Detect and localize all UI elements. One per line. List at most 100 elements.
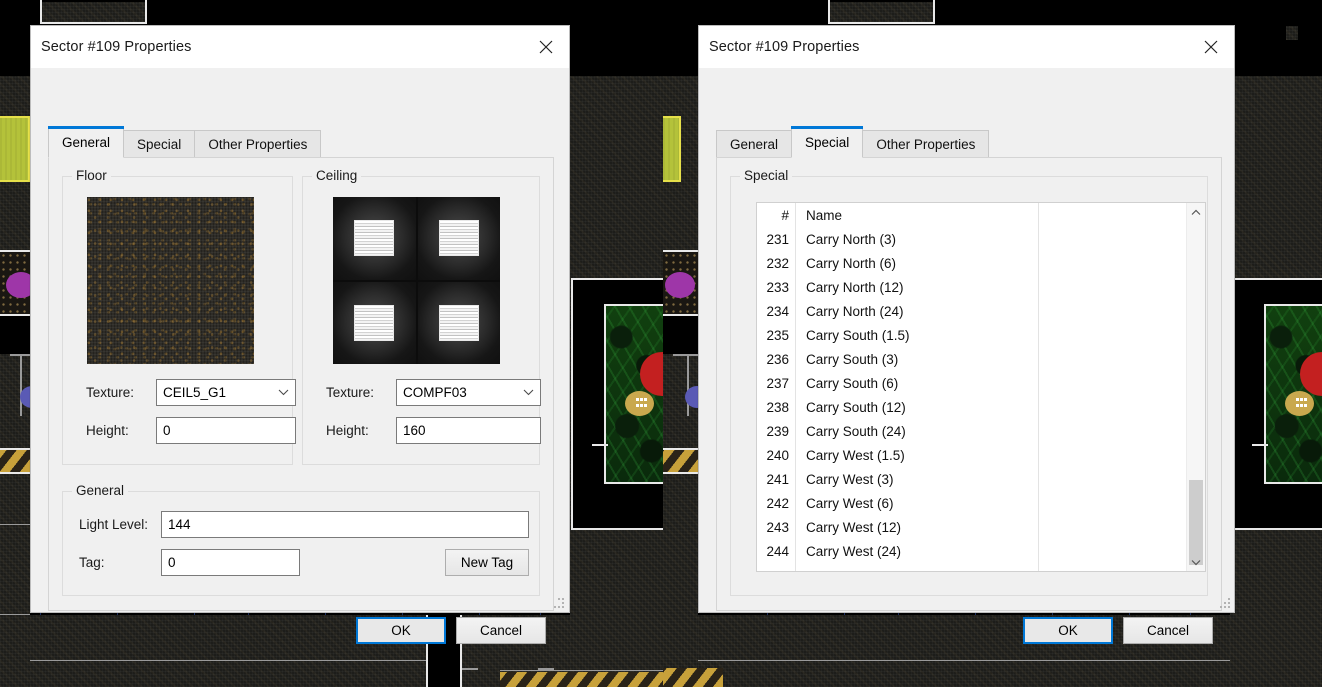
- list-item-name: Carry North (3): [806, 231, 897, 247]
- ceiling-texture-combobox[interactable]: COMPF03: [396, 379, 541, 406]
- list-item-number: 234: [766, 303, 789, 319]
- list-item[interactable]: 241 Carry West (3): [757, 467, 1205, 491]
- dialog-title: Sector #109 Properties: [709, 39, 860, 55]
- floor-height-input[interactable]: 0: [156, 417, 296, 444]
- special-listview[interactable]: # Name 231 Carry North (3) 232 Carry Nor…: [756, 202, 1206, 572]
- chevron-down-icon[interactable]: [523, 380, 534, 405]
- tab-general[interactable]: General: [48, 126, 125, 158]
- floor-height-label: Height:: [86, 423, 129, 438]
- resize-grip[interactable]: [554, 598, 566, 610]
- tab-strip[interactable]: General Special Other Properties: [716, 126, 990, 158]
- list-item[interactable]: 242 Carry West (6): [757, 491, 1205, 515]
- ceiling-height-label: Height:: [326, 423, 369, 438]
- tab-special[interactable]: Special: [123, 130, 196, 158]
- light-level-label: Light Level:: [79, 517, 149, 532]
- floor-group-legend: Floor: [72, 168, 111, 183]
- listview-scrollbar[interactable]: [1186, 203, 1205, 571]
- dialog-body: General Special Other Properties Special…: [699, 68, 1234, 644]
- special-group: Special # Name 231 Carry North (3) 232 C…: [730, 168, 1208, 596]
- list-item[interactable]: 237 Carry South (6): [757, 371, 1205, 395]
- list-item[interactable]: 231 Carry North (3): [757, 227, 1205, 251]
- tab-page-general: Floor Texture: CEIL5_G1 Height: 0 Ceilin…: [48, 157, 554, 611]
- list-item[interactable]: 240 Carry West (1.5): [757, 443, 1205, 467]
- cancel-button[interactable]: Cancel: [1123, 617, 1213, 644]
- ceiling-tile: [417, 197, 500, 280]
- ok-button[interactable]: OK: [356, 617, 446, 644]
- list-item-number: 244: [766, 543, 789, 559]
- general-group: General Light Level: 144 Tag: 0 New Tag: [62, 483, 540, 596]
- chevron-down-icon[interactable]: [278, 380, 289, 405]
- list-item[interactable]: 236 Carry South (3): [757, 347, 1205, 371]
- tag-label: Tag:: [79, 555, 105, 570]
- new-tag-label: New Tag: [460, 555, 514, 570]
- ceiling-texture-preview[interactable]: [333, 197, 500, 364]
- ok-button[interactable]: OK: [1023, 617, 1113, 644]
- tab-strip[interactable]: General Special Other Properties: [48, 126, 322, 158]
- close-icon[interactable]: [1188, 26, 1234, 68]
- floor-texture-label: Texture:: [86, 385, 135, 400]
- dialog-title: Sector #109 Properties: [41, 39, 192, 55]
- list-item-number: 232: [766, 255, 789, 271]
- sector-properties-dialog-left[interactable]: Sector #109 Properties General Special O…: [30, 25, 570, 644]
- ceiling-group: Ceiling Texture: COMPF03 Height: 160: [302, 168, 541, 465]
- floor-texture-value: CEIL5_G1: [163, 385, 227, 400]
- ceiling-height-input[interactable]: 160: [396, 417, 541, 444]
- list-item[interactable]: 238 Carry South (12): [757, 395, 1205, 419]
- tab-label: Special: [805, 134, 850, 150]
- list-item[interactable]: 233 Carry North (12): [757, 275, 1205, 299]
- list-item-name: Carry West (6): [806, 495, 894, 511]
- list-item-name: Carry South (1.5): [806, 327, 910, 343]
- light-panel-icon: [438, 304, 479, 341]
- ceiling-height-value: 160: [403, 423, 426, 438]
- ok-label: OK: [1058, 623, 1078, 638]
- tab-label: General: [62, 134, 111, 150]
- tab-label: Special: [137, 136, 182, 152]
- list-item-number: 241: [766, 471, 789, 487]
- new-tag-button[interactable]: New Tag: [445, 549, 529, 576]
- resize-grip[interactable]: [1220, 598, 1232, 610]
- sector-properties-dialog-right[interactable]: Sector #109 Properties General Special O…: [698, 25, 1235, 644]
- light-panel-icon: [438, 220, 479, 257]
- dialog-body: General Special Other Properties Floor T…: [31, 68, 569, 644]
- ceiling-texture-value: COMPF03: [403, 385, 467, 400]
- tab-general[interactable]: General: [716, 130, 793, 158]
- list-item-name: Carry North (12): [806, 279, 904, 295]
- tab-label: Other Properties: [208, 136, 308, 152]
- tab-other-properties[interactable]: Other Properties: [194, 130, 322, 158]
- list-item-name: Carry South (24): [806, 423, 906, 439]
- list-item-number: 240: [766, 447, 789, 463]
- ceiling-texture-label: Texture:: [326, 385, 375, 400]
- list-item-name: Carry South (12): [806, 399, 906, 415]
- ceiling-tile: [417, 281, 500, 364]
- light-level-input[interactable]: 144: [161, 511, 529, 538]
- scroll-down-button[interactable]: [1187, 553, 1205, 571]
- list-item-number: 233: [766, 279, 789, 295]
- list-item-name: Carry West (1.5): [806, 447, 905, 463]
- list-item[interactable]: 244 Carry West (24): [757, 539, 1205, 563]
- tag-input[interactable]: 0: [161, 549, 300, 576]
- list-item[interactable]: 243 Carry West (12): [757, 515, 1205, 539]
- floor-texture-preview[interactable]: [87, 197, 254, 364]
- tab-special[interactable]: Special: [791, 126, 864, 158]
- floor-height-value: 0: [163, 423, 171, 438]
- list-item-number: 242: [766, 495, 789, 511]
- cancel-label: Cancel: [1146, 623, 1190, 638]
- list-item-number: 243: [766, 519, 789, 535]
- tab-other-properties[interactable]: Other Properties: [862, 130, 990, 158]
- cancel-button[interactable]: Cancel: [456, 617, 546, 644]
- scroll-up-button[interactable]: [1187, 203, 1205, 221]
- dialog-titlebar[interactable]: Sector #109 Properties: [699, 26, 1234, 68]
- list-item[interactable]: 232 Carry North (6): [757, 251, 1205, 275]
- list-item[interactable]: 239 Carry South (24): [757, 419, 1205, 443]
- list-item[interactable]: 235 Carry South (1.5): [757, 323, 1205, 347]
- floor-texture-combobox[interactable]: CEIL5_G1: [156, 379, 296, 406]
- ceiling-tile: [333, 281, 416, 364]
- dialog-titlebar[interactable]: Sector #109 Properties: [31, 26, 569, 68]
- list-item-name: Carry West (24): [806, 543, 902, 559]
- special-group-legend: Special: [740, 168, 793, 183]
- list-item-number: 231: [766, 231, 789, 247]
- list-item[interactable]: 234 Carry North (24): [757, 299, 1205, 323]
- listview-header: # Name: [757, 203, 1205, 227]
- close-icon[interactable]: [523, 26, 569, 68]
- list-item-name: Carry West (12): [806, 519, 902, 535]
